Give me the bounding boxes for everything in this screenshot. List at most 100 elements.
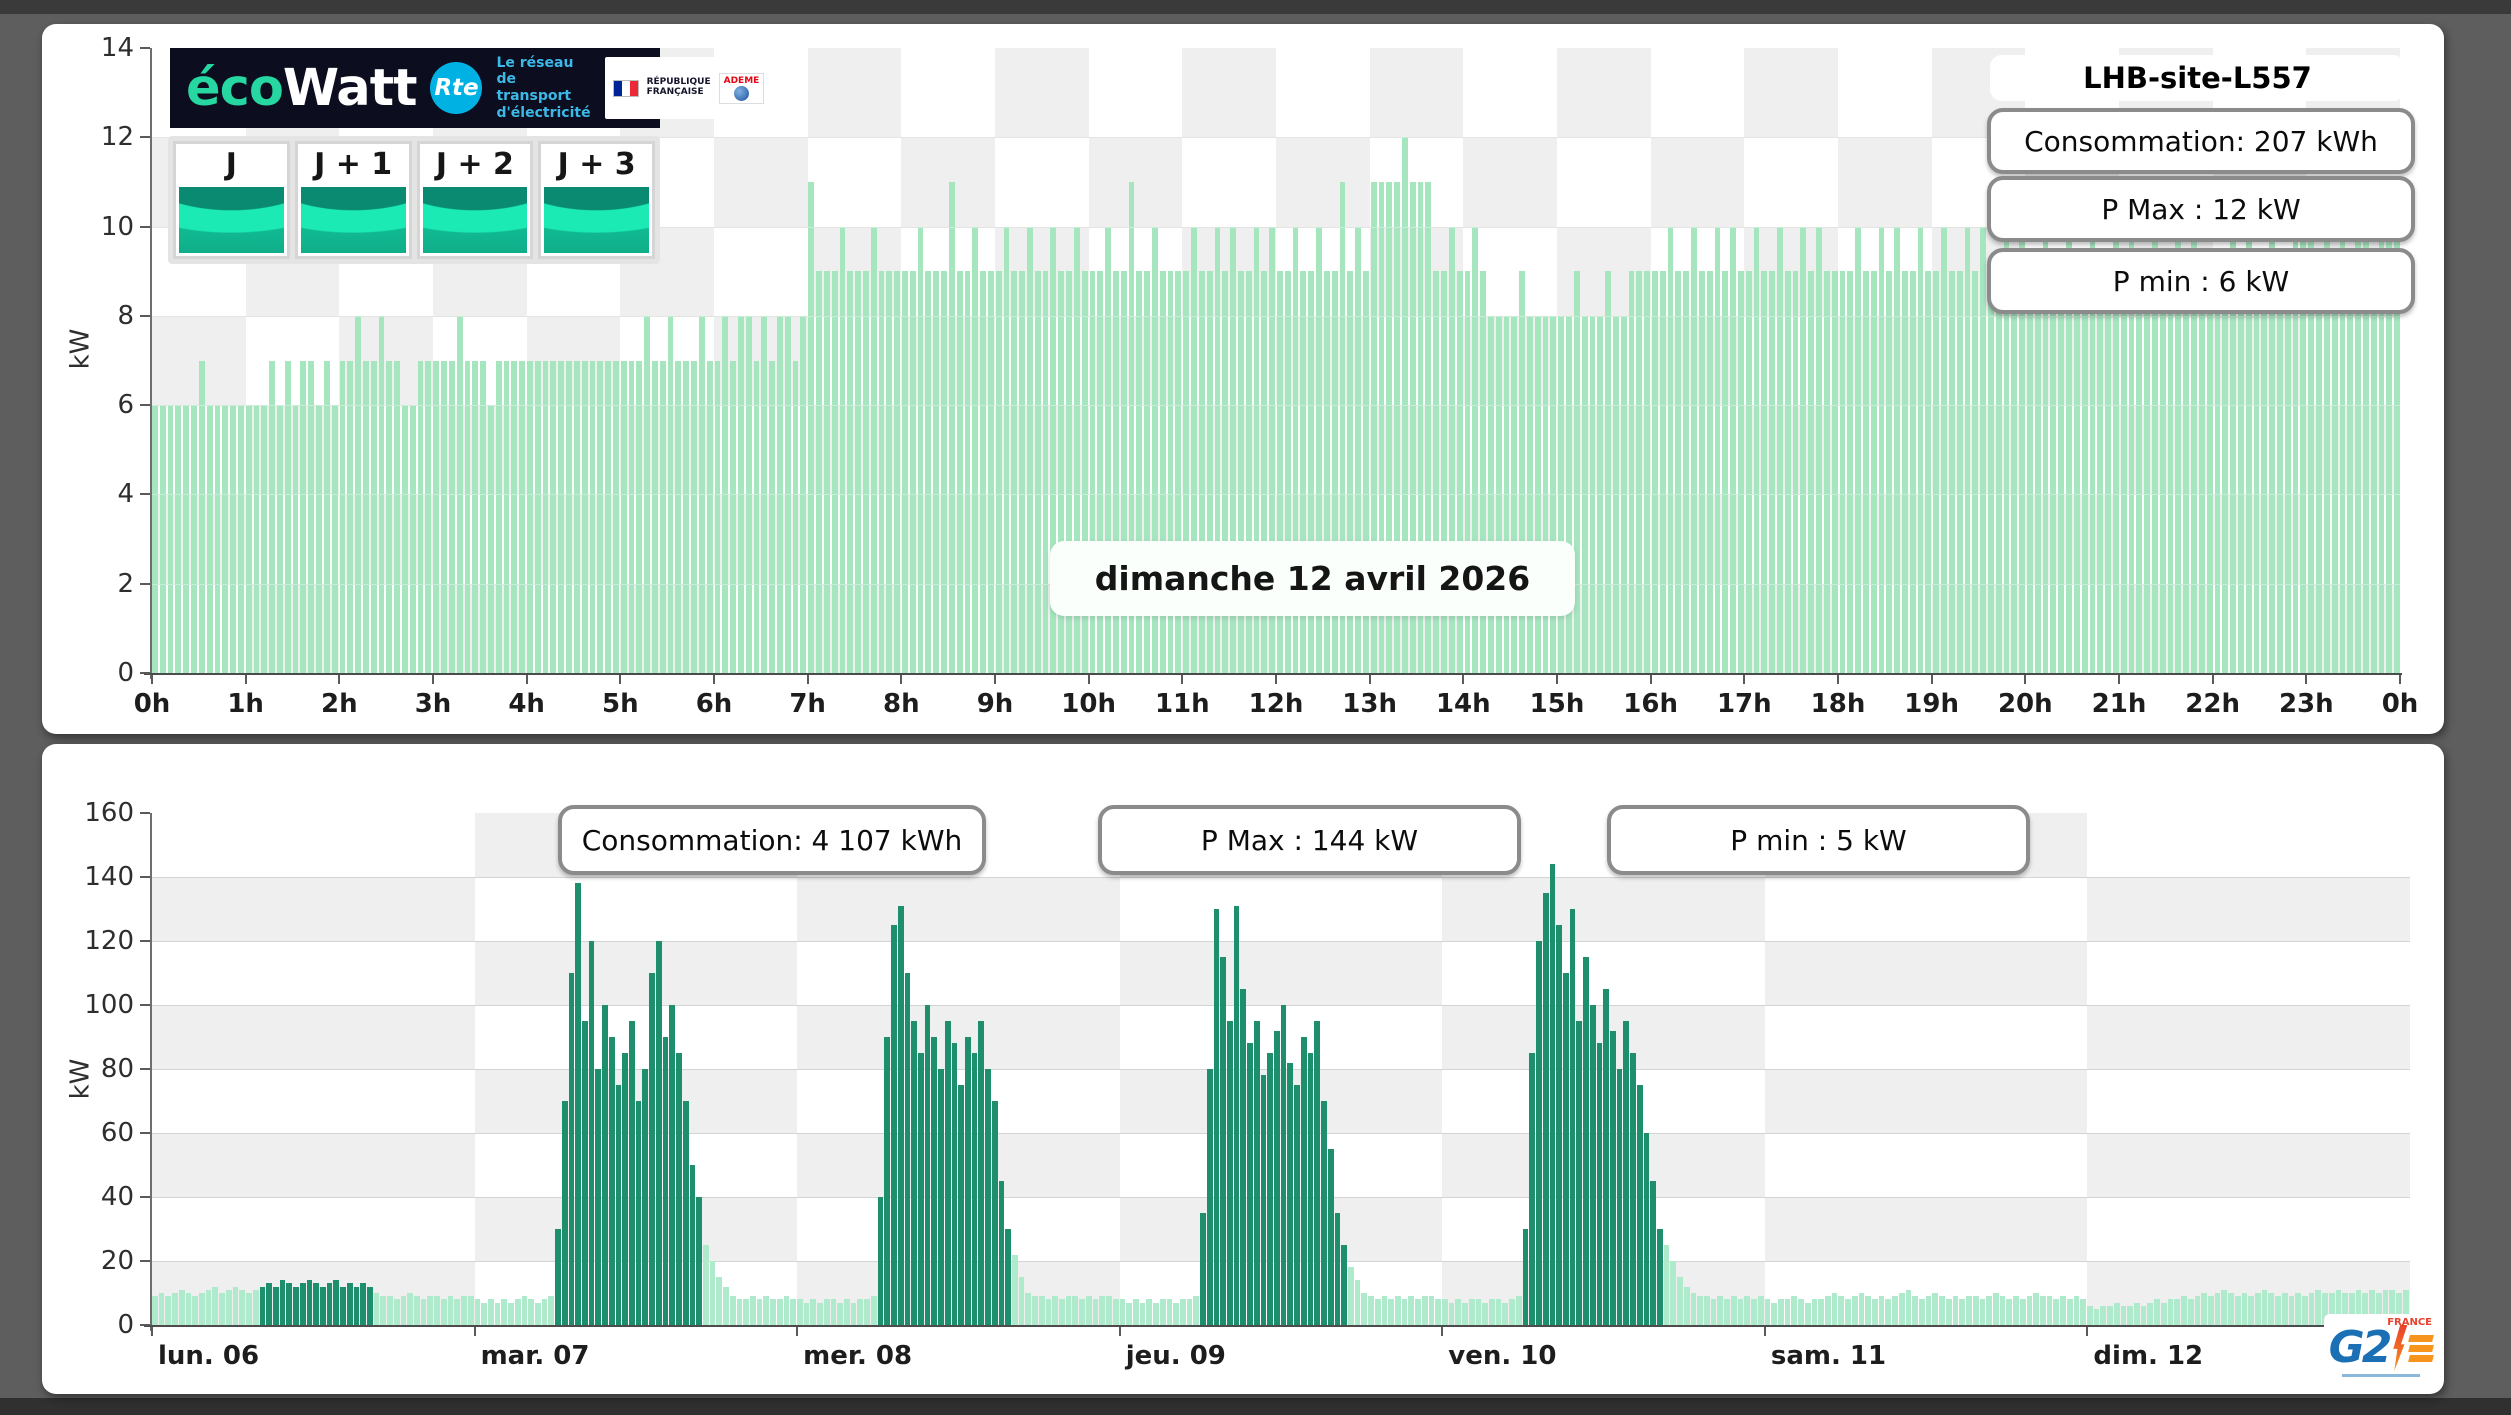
- x-tick-mark: [1275, 675, 1277, 684]
- bar: [152, 405, 158, 673]
- bar: [1368, 1296, 1374, 1325]
- bar: [877, 1197, 884, 1325]
- bar: [595, 1069, 602, 1325]
- bar: [1824, 1296, 1831, 1325]
- bar: [2134, 1302, 2140, 1325]
- bar: [1800, 226, 1807, 673]
- bar: [185, 1293, 192, 1325]
- bar: [1744, 1296, 1751, 1325]
- forecast-button-j-plus-2[interactable]: J + 2: [416, 141, 534, 259]
- forecast-button-j-plus-1[interactable]: J + 1: [294, 141, 412, 259]
- french-flag-icon: [612, 79, 639, 97]
- bar: [1536, 941, 1542, 1325]
- bar: [199, 1293, 205, 1325]
- y-tick-mark: [140, 1196, 150, 1198]
- bar: [474, 1299, 481, 1325]
- bar: [636, 360, 643, 673]
- bar: [736, 1299, 743, 1325]
- bar: [1657, 1229, 1663, 1325]
- bar: [1980, 226, 1986, 673]
- bar: [691, 360, 697, 673]
- bar: [1948, 271, 1955, 673]
- bar: [753, 360, 760, 673]
- bar: [683, 360, 690, 673]
- bar: [331, 405, 338, 673]
- bar: [1808, 271, 1815, 673]
- bar: [2144, 271, 2150, 673]
- bar: [1394, 1296, 1401, 1325]
- y-tick-mark: [140, 1004, 150, 1006]
- bar: [1917, 226, 1924, 673]
- x-tick-mark: [2086, 1327, 2089, 1336]
- bar: [550, 360, 557, 673]
- bar: [555, 1229, 561, 1325]
- bar: [2183, 271, 2190, 673]
- x-tick-label: mar. 07: [480, 1341, 590, 1371]
- bar: [514, 1299, 521, 1325]
- bar: [1034, 271, 1041, 673]
- bar: [183, 405, 190, 673]
- forecast-button-j[interactable]: J: [173, 141, 290, 259]
- bar: [1956, 271, 1963, 673]
- bar: [542, 360, 549, 673]
- forecast-button-j-plus-3[interactable]: J + 3: [538, 141, 655, 259]
- bar: [306, 1280, 313, 1325]
- x-tick-label: jeu. 09: [1125, 1341, 1226, 1371]
- y-tick-label: 60: [100, 1118, 134, 1148]
- bar: [2167, 1299, 2174, 1325]
- x-tick-mark: [1118, 1327, 1121, 1336]
- bar: [558, 360, 565, 673]
- bar: [1995, 271, 2002, 673]
- bar: [1193, 1296, 1200, 1325]
- bar: [1999, 1296, 2006, 1325]
- bar: [191, 405, 197, 673]
- bar: [689, 1165, 696, 1325]
- bar: [527, 360, 533, 673]
- bar: [2006, 1299, 2013, 1325]
- bar: [2261, 1289, 2268, 1325]
- bar: [1583, 957, 1589, 1325]
- bar: [1670, 1261, 1677, 1325]
- bar: [159, 405, 166, 673]
- bar: [1644, 271, 1650, 673]
- x-tick-mark: [796, 1327, 799, 1336]
- bar: [1706, 271, 1713, 673]
- bar: [1704, 1296, 1710, 1325]
- bar: [964, 1037, 971, 1325]
- bar: [941, 271, 947, 673]
- bar: [319, 1286, 326, 1325]
- x-tick-mark: [473, 1327, 476, 1336]
- bar: [1005, 1229, 1011, 1325]
- forecast-button-label: J: [225, 146, 237, 182]
- bar: [1200, 1213, 1206, 1325]
- bar: [1300, 1037, 1307, 1325]
- bar: [566, 360, 572, 673]
- bar: [2027, 271, 2033, 673]
- bar: [1650, 1181, 1656, 1325]
- bar: [1823, 271, 1830, 673]
- y-tick-mark: [140, 672, 150, 674]
- bar: [862, 271, 869, 673]
- bar: [2011, 271, 2018, 673]
- g2e-tagline: [2342, 1374, 2420, 1377]
- bar: [198, 360, 205, 673]
- bar: [266, 1283, 272, 1325]
- bar: [387, 1296, 393, 1325]
- bar: [1515, 1296, 1522, 1325]
- bar: [219, 1293, 225, 1325]
- bar: [2140, 1305, 2147, 1325]
- bar: [2039, 1296, 2046, 1325]
- bar: [1697, 1296, 1704, 1325]
- forecast-button-label: J + 3: [557, 146, 636, 182]
- bar: [2107, 1305, 2113, 1325]
- bar: [1012, 1254, 1018, 1325]
- x-tick-mark: [806, 675, 809, 684]
- bar: [1865, 1296, 1871, 1325]
- bar: [1972, 271, 1979, 673]
- bar: [440, 1299, 447, 1325]
- bar: [1119, 1299, 1126, 1325]
- bar: [393, 1299, 400, 1325]
- bar: [980, 271, 986, 673]
- ademe-logo: ADEME: [718, 72, 765, 104]
- bar: [2248, 1296, 2254, 1325]
